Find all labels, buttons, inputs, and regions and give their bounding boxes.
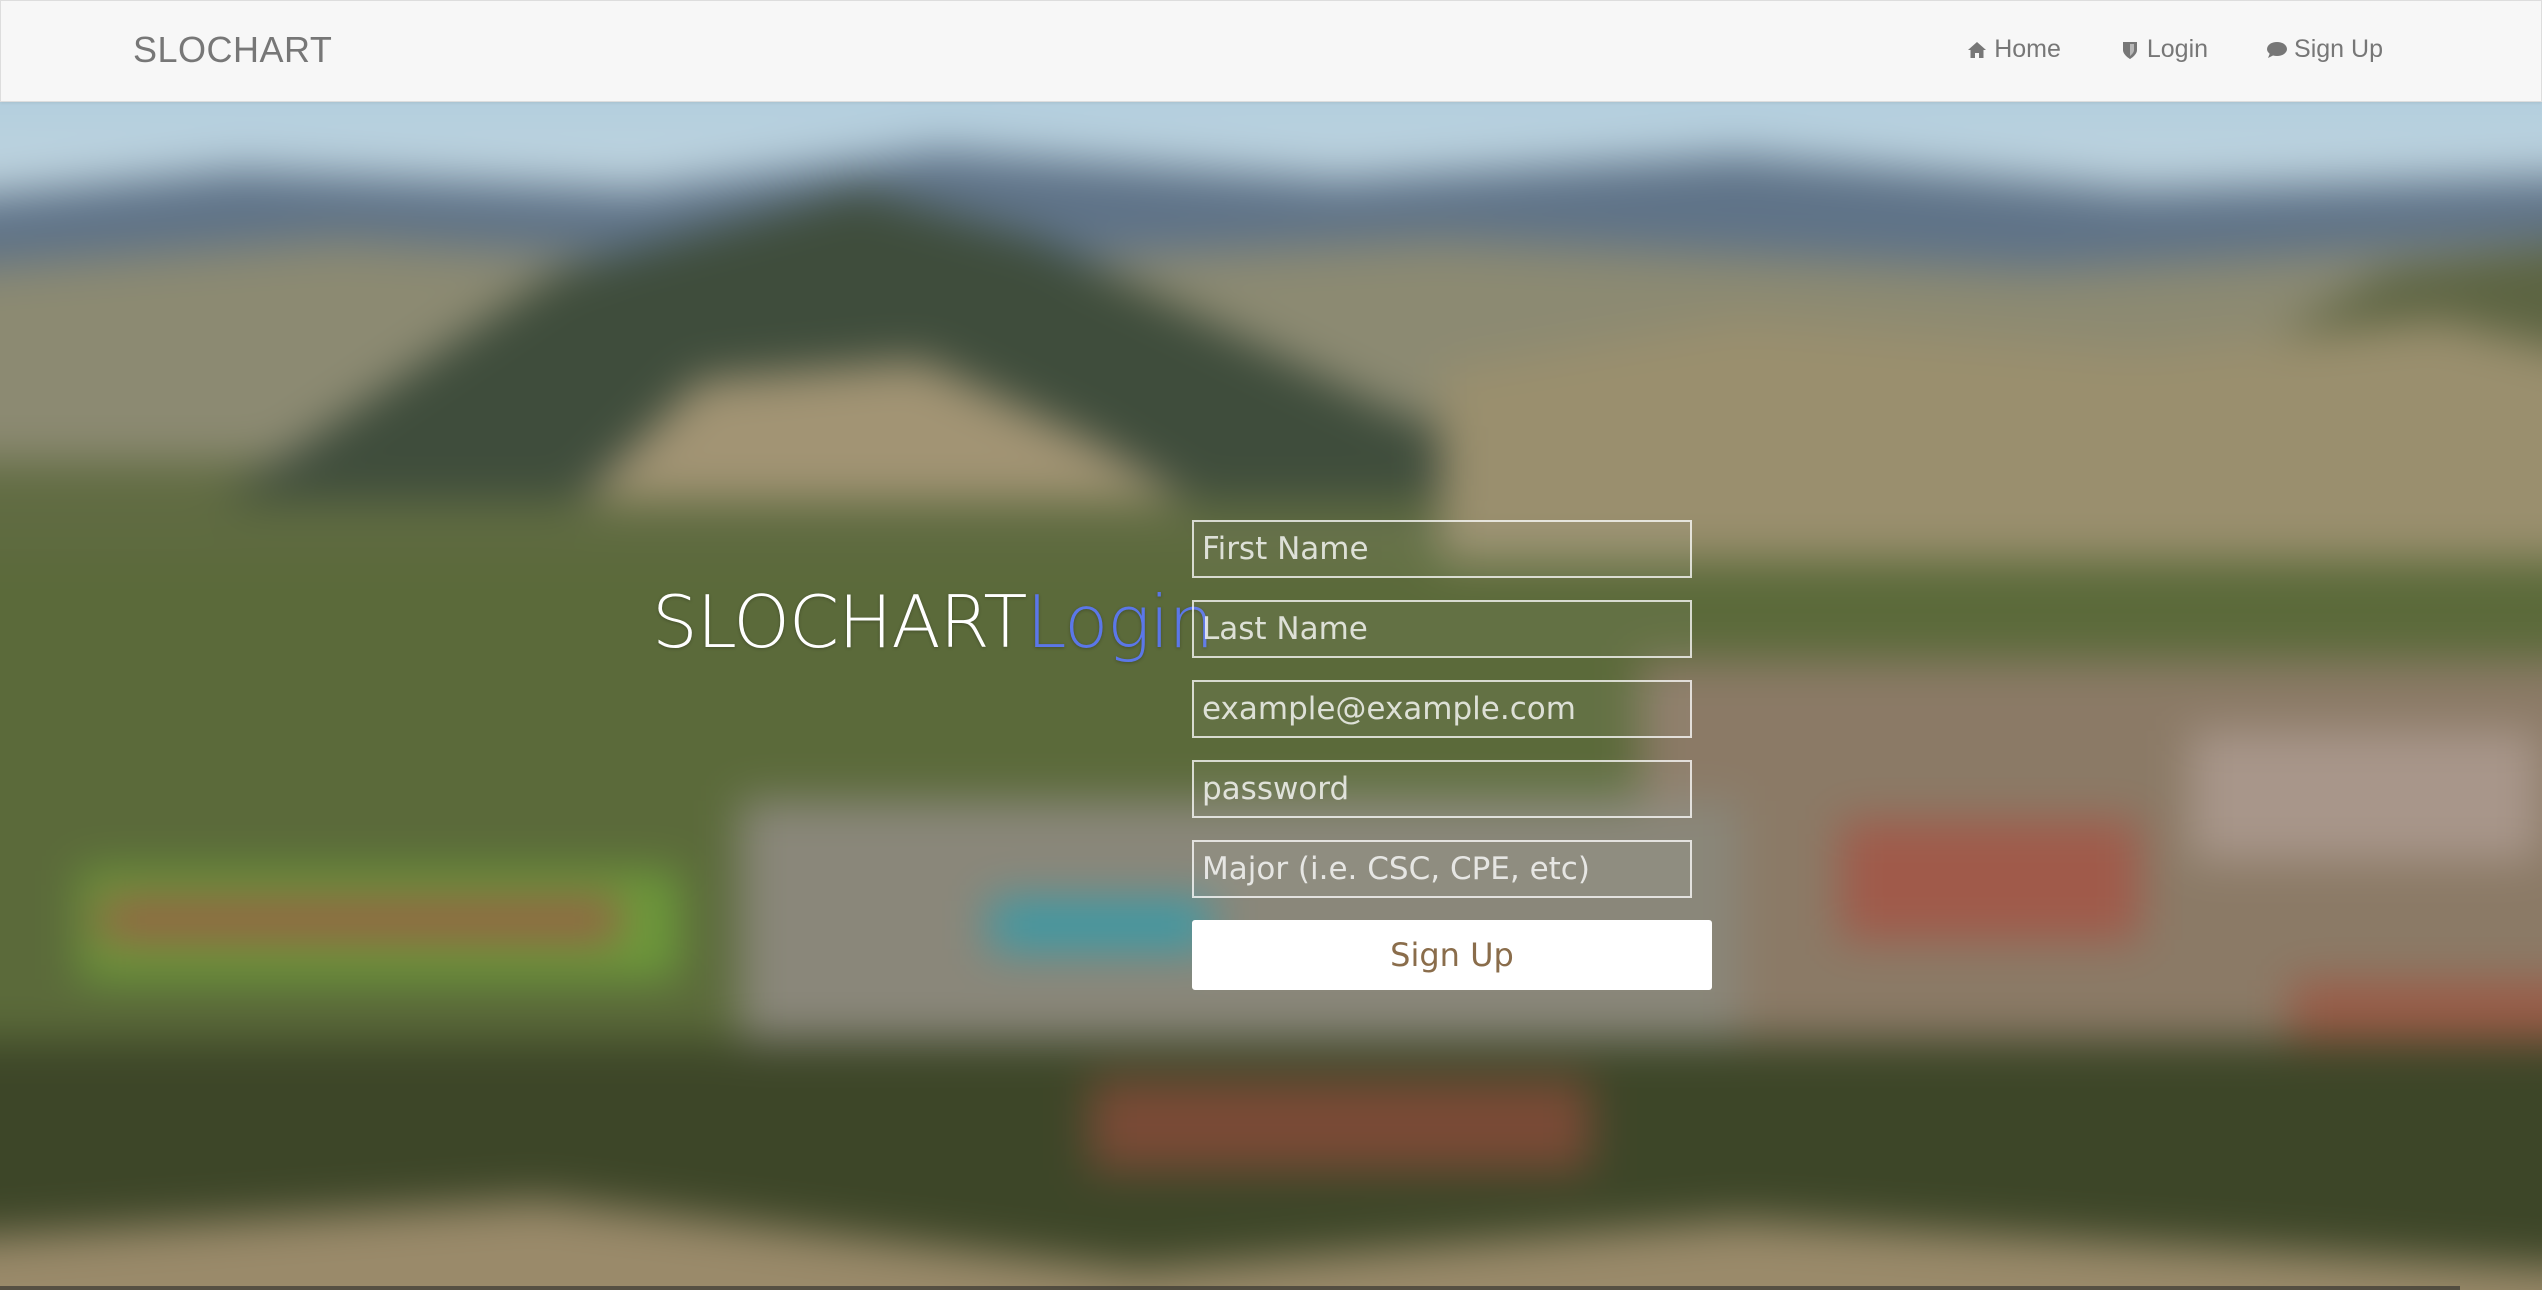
last-name-input[interactable]	[1192, 600, 1692, 658]
shield-icon	[2119, 39, 2141, 61]
signup-page: SLOCHART Home Login Sign Up SLOCHARTLogi…	[0, 0, 2542, 1290]
comment-icon	[2266, 39, 2288, 61]
major-input[interactable]	[1192, 840, 1692, 898]
nav-link-login[interactable]: Login	[2119, 35, 2208, 64]
bottom-divider	[0, 1286, 2460, 1290]
nav-links: Home Login Sign Up	[1966, 35, 2383, 64]
page-title: SLOCHARTLogin	[652, 580, 1214, 664]
first-name-input[interactable]	[1192, 520, 1692, 578]
nav-link-login-label: Login	[2146, 35, 2209, 63]
password-input[interactable]	[1192, 760, 1692, 818]
signup-form: Sign Up	[1192, 520, 1712, 990]
nav-link-home[interactable]: Home	[1966, 35, 2061, 64]
top-navbar: SLOCHART Home Login Sign Up	[0, 0, 2542, 102]
page-title-primary: SLOCHART	[652, 580, 1027, 664]
brand-logo-link[interactable]: SLOCHART	[133, 29, 332, 71]
page-title-accent: Login	[1026, 580, 1214, 664]
nav-link-home-label: Home	[1994, 35, 2061, 63]
nav-link-signup[interactable]: Sign Up	[2266, 35, 2383, 64]
email-input[interactable]	[1192, 680, 1692, 738]
nav-link-signup-label: Sign Up	[2294, 35, 2383, 63]
home-icon	[1966, 39, 1988, 61]
signup-submit-button[interactable]: Sign Up	[1192, 920, 1712, 990]
